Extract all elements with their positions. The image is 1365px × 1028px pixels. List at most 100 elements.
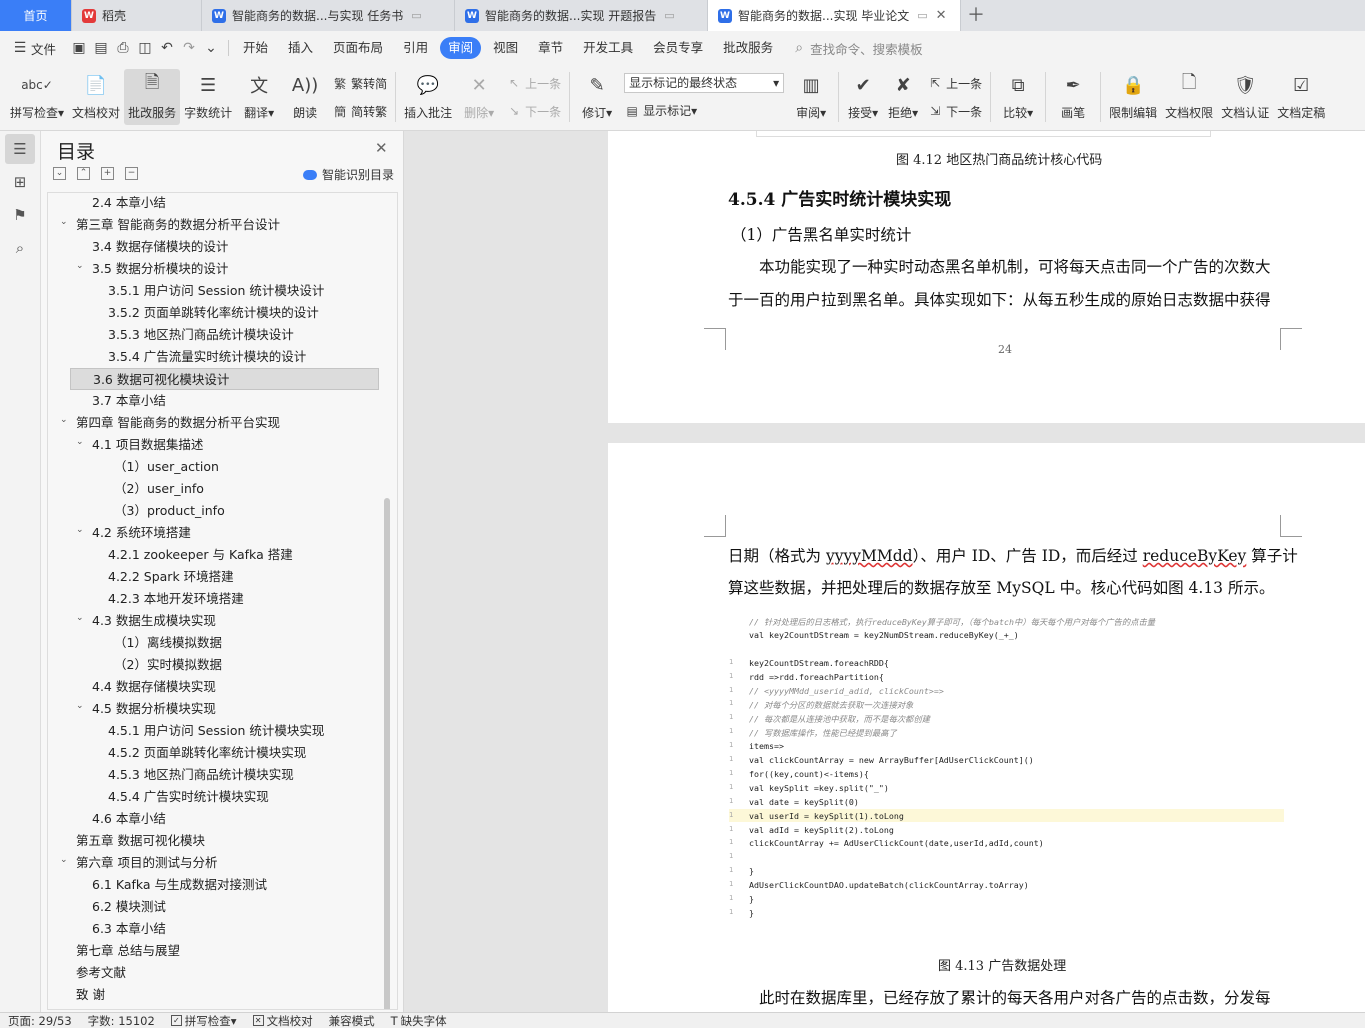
toc-item[interactable]: 4.4 数据存储模块实现 (92, 676, 216, 698)
toc-item[interactable]: 第七章 总结与展望 (76, 940, 180, 962)
toc-item[interactable]: 4.5.1 用户访问 Session 统计模块实现 (108, 720, 324, 742)
trad-to-simp-button[interactable]: 繁繁转简 (332, 72, 387, 94)
spell-check-toggle[interactable]: ✓ 拼写检查 ▾ (170, 1013, 237, 1028)
add-heading-icon[interactable]: + (101, 167, 114, 180)
correct-service-button[interactable]: 🗎 批改服务 (124, 69, 181, 125)
chevron-down-icon[interactable]: ⌄ (76, 437, 86, 447)
toc-item[interactable]: 4.2 系统环境搭建 (92, 522, 191, 544)
next-comment-button[interactable]: ↘ 下一条 (506, 100, 561, 122)
next-revision-button[interactable]: ⇲ 下一条 (927, 100, 982, 122)
menu-member[interactable]: 会员专享 (645, 37, 711, 59)
toc-item[interactable]: 3.5.2 页面单跳转化率统计模块的设计 (108, 302, 319, 324)
undo-icon[interactable]: ↶ (157, 38, 177, 58)
compare-button[interactable]: ⧉ 比较▾ (995, 69, 1041, 125)
review-pane-button[interactable]: ▥ 审阅▾ (788, 69, 834, 125)
toc-item[interactable]: （1）离线模拟数据 (114, 632, 222, 654)
toc-item[interactable]: 6.1 Kafka 与生成数据对接测试 (92, 874, 267, 896)
toc-panel-icon[interactable]: ☰ (5, 134, 35, 164)
hamburger-icon[interactable]: ☰ (10, 38, 30, 58)
menu-layout[interactable]: 页面布局 (325, 37, 391, 59)
toc-item[interactable]: 4.2.3 本地开发环境搭建 (108, 588, 244, 610)
chevron-down-icon[interactable]: ⌄ (60, 855, 70, 865)
toc-item[interactable]: 6.3 本章小结 (92, 918, 166, 940)
doc-certify-button[interactable]: 🛡 文档认证 (1217, 69, 1273, 125)
chevron-down-icon[interactable]: ⌄ (76, 525, 86, 535)
pen-button[interactable]: ✒ 画笔 (1050, 69, 1096, 125)
simp-to-trad-button[interactable]: 簡简转繁 (332, 100, 387, 122)
toc-item[interactable]: 4.2.2 Spark 环境搭建 (108, 566, 234, 588)
word-count[interactable]: 字数: 15102 (88, 1013, 155, 1028)
chevron-down-icon[interactable]: ⌄ (76, 261, 86, 271)
doc-check-button[interactable]: 📄 文档校对 (68, 69, 124, 125)
print-preview-icon[interactable]: ◫ (135, 38, 155, 58)
menu-view[interactable]: 视图 (485, 37, 526, 59)
doc-check-toggle[interactable]: ✕ 文档校对 (252, 1013, 313, 1028)
toc-item[interactable]: 4.2.1 zookeeper 与 Kafka 搭建 (108, 544, 293, 566)
print-icon[interactable]: ⎙ (113, 38, 133, 58)
tab-home[interactable]: 首页 (0, 0, 72, 31)
redo-icon[interactable]: ↷ (179, 38, 199, 58)
close-icon[interactable]: ✕ (936, 8, 947, 23)
menu-review[interactable]: 审阅 (440, 37, 482, 59)
tab-daoke[interactable]: W 稻壳 (72, 0, 202, 31)
prev-revision-button[interactable]: ⇱ 上一条 (927, 72, 982, 94)
accept-button[interactable]: ✔ 接受▾ (843, 69, 883, 125)
toc-item[interactable]: 3.5.4 广告流量实时统计模块的设计 (108, 346, 306, 368)
menu-correct[interactable]: 批改服务 (715, 37, 781, 59)
chevron-down-icon[interactable]: ⌄ (201, 38, 221, 58)
collapse-all-icon[interactable]: ⌃ (77, 167, 90, 180)
prev-comment-button[interactable]: ↖ 上一条 (506, 72, 561, 94)
translate-button[interactable]: 文 翻译▾ (236, 69, 282, 125)
menu-start[interactable]: 开始 (235, 37, 276, 59)
toc-item[interactable]: 3.6 数据可视化模块设计 (70, 368, 379, 390)
toc-item[interactable]: 4.5.2 页面单跳转化率统计模块实现 (108, 742, 306, 764)
expand-all-icon[interactable]: ⌄ (53, 167, 66, 180)
tab-doc-proposal[interactable]: W 智能商务的数据...实现 开题报告 ▭ (455, 0, 708, 31)
toc-item[interactable]: 3.5.3 地区热门商品统计模块设计 (108, 324, 294, 346)
toc-item[interactable]: 3.4 数据存储模块的设计 (92, 236, 228, 258)
close-icon[interactable]: ✕ (375, 139, 388, 157)
smart-toc-button[interactable]: 智能识别目录 (303, 166, 394, 183)
word-count-button[interactable]: ☰ 字数统计 (180, 69, 236, 125)
toc-item[interactable]: （2）user_info (114, 478, 204, 500)
toc-item[interactable]: （1）user_action (114, 456, 219, 478)
bookmark-icon[interactable]: ⚑ (5, 200, 35, 230)
command-search[interactable]: 查找命令、搜索模板 (810, 39, 923, 58)
toc-item[interactable]: 4.5.3 地区热门商品统计模块实现 (108, 764, 294, 786)
toc-item[interactable]: 4.1 项目数据集描述 (92, 434, 203, 456)
menu-chapter[interactable]: 章节 (530, 37, 571, 59)
reject-button[interactable]: ✘ 拒绝▾ (883, 69, 923, 125)
toc-scrollbar[interactable] (384, 498, 390, 1009)
read-aloud-button[interactable]: A)) 朗读 (282, 69, 328, 125)
search-icon[interactable]: ⌕ (5, 233, 35, 263)
restrict-edit-button[interactable]: 🔒 限制编辑 (1105, 69, 1161, 125)
delete-comment-button[interactable]: ✕ 删除▾ (456, 69, 502, 125)
toc-item[interactable]: 第六章 项目的测试与分析 (76, 852, 217, 874)
tab-doc-thesis[interactable]: W 智能商务的数据...实现 毕业论文 ▭ ✕ (708, 0, 961, 31)
chevron-down-icon[interactable]: ⌄ (60, 415, 70, 425)
new-tab-button[interactable]: ＋ (961, 0, 991, 31)
missing-font-button[interactable]: T 缺失字体 (391, 1013, 447, 1028)
chevron-down-icon[interactable]: ⌄ (76, 613, 86, 623)
toc-item[interactable]: 4.6 本章小结 (92, 808, 166, 830)
toc-item[interactable]: 参考文献 (76, 962, 126, 984)
toc-item[interactable]: 3.5.1 用户访问 Session 统计模块设计 (108, 280, 324, 302)
save-icon[interactable]: ▣ (69, 38, 89, 58)
toc-item[interactable]: 3.5 数据分析模块的设计 (92, 258, 228, 280)
menu-reference[interactable]: 引用 (395, 37, 436, 59)
toc-item[interactable]: 2.4 本章小结 (92, 193, 166, 214)
menu-insert[interactable]: 插入 (280, 37, 321, 59)
doc-finalize-button[interactable]: ☑ 文档定稿 (1273, 69, 1329, 125)
toc-item[interactable]: 第五章 数据可视化模块 (76, 830, 205, 852)
export-pdf-icon[interactable]: ▤ (91, 38, 111, 58)
chevron-down-icon[interactable]: ⌄ (60, 217, 70, 227)
toc-item[interactable]: 3.7 本章小结 (92, 390, 166, 412)
revise-button[interactable]: ✎ 修订▾ (574, 69, 620, 125)
toc-item[interactable]: 4.5 数据分析模块实现 (92, 698, 216, 720)
markup-state-select[interactable]: 显示标记的最终状态 ▾ (624, 72, 785, 93)
spell-check-button[interactable]: abc✓ 拼写检查▾ (6, 69, 68, 125)
navigation-icon[interactable]: ⊞ (5, 167, 35, 197)
toc-item[interactable]: 6.2 模块测试 (92, 896, 166, 918)
toc-item[interactable]: 4.3 数据生成模块实现 (92, 610, 216, 632)
menu-devtools[interactable]: 开发工具 (575, 37, 641, 59)
